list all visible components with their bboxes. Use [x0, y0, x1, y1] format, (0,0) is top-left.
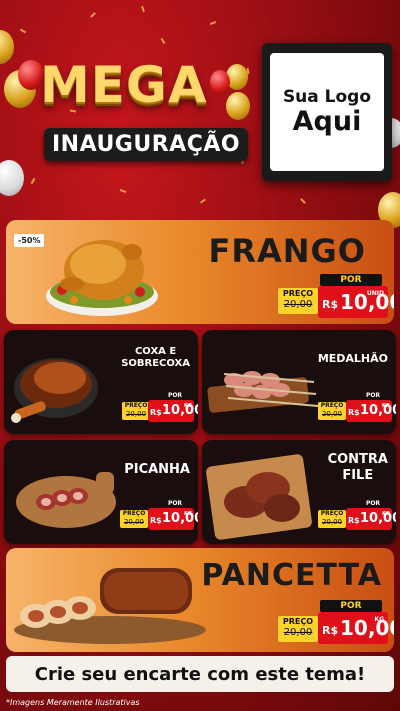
old-price: 20,00: [283, 299, 313, 310]
product-name: FRANGO: [208, 232, 366, 270]
preco-label: PREÇO: [320, 402, 344, 409]
old-price: 20,00: [125, 410, 147, 418]
price-value: 10,00: [162, 511, 198, 526]
old-price-tag: PREÇO 20,00: [120, 510, 148, 528]
old-price-tag: PREÇO 20,00: [318, 510, 346, 528]
picanha-board-image: [16, 472, 116, 528]
price-unit: KG: [374, 616, 384, 623]
price-tag: R$ 10,00 KG: [148, 508, 198, 530]
product-card-frango: -50% FRANGO POR PREÇO 20,00 R$ 10,00 UNI…: [6, 220, 394, 324]
disclaimer-note: *Imagens Meramente Ilustrativas: [6, 698, 140, 707]
balloon-gold: [0, 30, 14, 64]
product-card-picanha: PICANHA POR PREÇO 20,00 R$ 10,00 KG: [4, 440, 198, 544]
por-label: POR: [365, 500, 381, 507]
old-price: 20,00: [321, 518, 343, 526]
old-price: 20,00: [123, 518, 145, 526]
price-value: 10,00: [340, 616, 394, 640]
product-name: PANCETTA: [201, 558, 382, 593]
preco-label: PREÇO: [124, 402, 148, 409]
price-tag: R$ 10,00 UNID: [318, 286, 394, 318]
logo-placeholder: Sua Logo Aqui: [262, 43, 392, 181]
price-value: 10,00: [360, 403, 396, 418]
product-name: MEDALHÃO: [317, 352, 388, 365]
steak-board-image: [206, 454, 312, 540]
por-label: POR: [320, 600, 382, 612]
old-price-tag: PREÇO 20,00: [318, 402, 346, 420]
balloon-red: [210, 70, 230, 94]
price-unit: KG: [184, 511, 192, 517]
currency: R$: [150, 516, 162, 525]
price-unit: KG: [382, 511, 390, 517]
price-unit: UNID: [366, 290, 384, 297]
currency: R$: [348, 408, 360, 417]
preco-label: PREÇO: [282, 289, 314, 298]
logo-line-2: Aqui: [292, 106, 362, 138]
logo-line-1: Sua Logo: [282, 87, 372, 108]
balloon-white: [0, 160, 24, 196]
product-card-medalhao: MEDALHÃO POR PREÇO 20,00 R$ 10,00 KG: [202, 330, 396, 434]
pancetta-board-image: [14, 568, 206, 644]
product-name: CONTRA FILE: [327, 452, 388, 483]
currency: R$: [322, 624, 339, 637]
currency: R$: [348, 516, 360, 525]
chicken-leg-pan-image: [11, 358, 98, 423]
por-label: POR: [167, 392, 183, 399]
price-tag: R$ 10,00 KG: [346, 400, 396, 422]
currency: R$: [150, 408, 162, 417]
price-value: 10,00: [162, 403, 198, 418]
medallion-skewers-image: [207, 371, 319, 413]
product-name: COXA E SOBRECOXA: [121, 346, 190, 369]
product-card-contra-file: CONTRA FILE POR PREÇO 20,00 R$ 10,00 KG: [202, 440, 396, 544]
page-subtitle: INAUGURAÇÃO: [44, 128, 249, 161]
cta-banner: Crie seu encarte com este tema!: [6, 656, 394, 692]
por-label: POR: [167, 500, 183, 507]
product-card-coxa: COXA E SOBRECOXA POR PREÇO 20,00 R$ 10,0…: [4, 330, 198, 434]
price-tag: R$ 10,00 KG: [346, 508, 396, 530]
por-label: POR: [365, 392, 381, 399]
roast-chicken-image: [46, 240, 158, 316]
old-price: 20,00: [283, 627, 313, 638]
balloon-gold: [226, 92, 250, 120]
price-tag: R$ 10,00 KG: [148, 400, 198, 422]
currency: R$: [322, 298, 339, 311]
price-tag: R$ 10,00 KG: [318, 612, 394, 644]
logo-text-box: Sua Logo Aqui: [270, 53, 384, 171]
old-price-tag: PREÇO 20,00: [122, 402, 150, 420]
price-value: 10,00: [360, 511, 396, 526]
old-price: 20,00: [321, 410, 343, 418]
product-card-pancetta: PANCETTA POR PREÇO 20,00 R$ 10,00 KG: [6, 548, 394, 652]
price-unit: KG: [382, 403, 390, 409]
discount-badge: -50%: [14, 234, 45, 247]
price-unit: KG: [184, 403, 192, 409]
preco-label: PREÇO: [320, 510, 344, 517]
por-label: POR: [320, 274, 382, 286]
product-name: PICANHA: [124, 462, 190, 477]
page-title: MEGA: [40, 56, 208, 114]
preco-label: PREÇO: [122, 510, 146, 517]
old-price-tag: PREÇO 20,00: [278, 616, 318, 642]
cta-text: Crie seu encarte com este tema!: [34, 663, 366, 685]
preco-label: PREÇO: [282, 617, 314, 626]
old-price-tag: PREÇO 20,00: [278, 288, 318, 314]
